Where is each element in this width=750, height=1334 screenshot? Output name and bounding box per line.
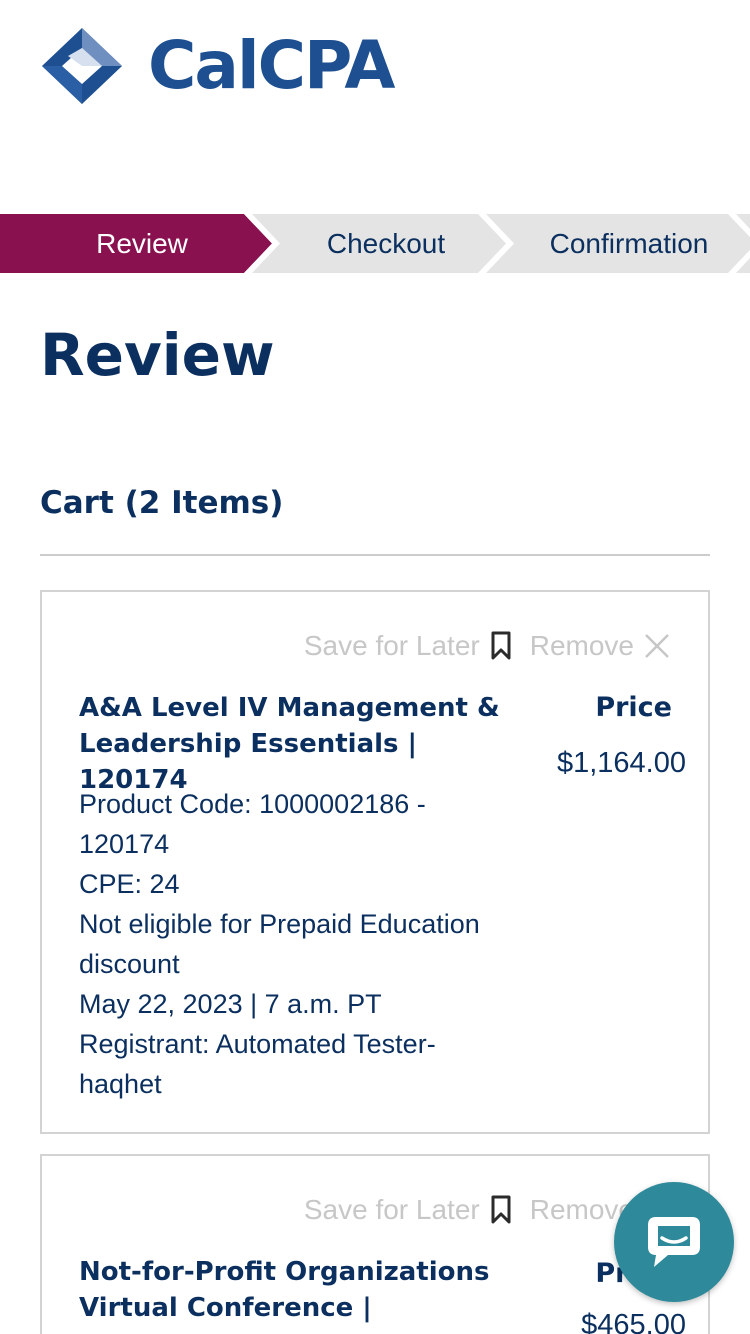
save-for-later-label: Save for Later bbox=[303, 630, 480, 661]
checkout-stepper: Review Checkout Confirmation bbox=[0, 214, 750, 273]
close-icon bbox=[645, 634, 669, 658]
discount-note: Not eligible for Prepaid Education disco… bbox=[79, 909, 480, 979]
item-price: $1,164.00 bbox=[556, 747, 686, 779]
step-checkout[interactable]: Checkout bbox=[248, 214, 524, 273]
step-review[interactable]: Review bbox=[0, 214, 284, 273]
cpe-credits: CPE: 24 bbox=[79, 869, 180, 899]
item-title[interactable]: A&A Level IV Management & Leadership Ess… bbox=[79, 690, 519, 798]
chat-bubble-icon bbox=[648, 1217, 700, 1267]
item-actions: Save for Later Remove bbox=[304, 630, 670, 662]
bookmark-icon bbox=[491, 1195, 511, 1224]
cart-item-card: Save for Later Remove Not-for-Profit Org… bbox=[40, 1154, 710, 1334]
bookmark-icon bbox=[491, 631, 511, 660]
cube-logo-icon bbox=[42, 28, 122, 104]
remove-label: Remove bbox=[529, 630, 634, 661]
item-title[interactable]: Not-for-Profit Organizations Virtual Con… bbox=[79, 1254, 519, 1326]
divider bbox=[40, 554, 710, 556]
product-code: Product Code: 1000002186 - 120174 bbox=[79, 789, 426, 859]
item-price: $465.00 bbox=[581, 1309, 686, 1334]
cart-heading: Cart (2 Items) bbox=[40, 485, 284, 521]
save-for-later-button[interactable]: Save for Later bbox=[304, 630, 512, 662]
remove-button[interactable]: Remove bbox=[530, 630, 670, 662]
step-confirmation[interactable]: Confirmation bbox=[494, 214, 750, 273]
event-date: May 22, 2023 | 7 a.m. PT bbox=[79, 989, 382, 1019]
page-title: Review bbox=[40, 321, 275, 389]
calcpa-logo[interactable]: CalCPA bbox=[40, 26, 395, 106]
save-for-later-label: Save for Later bbox=[303, 1194, 480, 1225]
save-for-later-button[interactable]: Save for Later bbox=[304, 1194, 512, 1226]
page: CalCPA Review Checkout Confirmation Revi… bbox=[0, 0, 750, 1334]
item-details: Product Code: 1000002186 - 120174 CPE: 2… bbox=[79, 784, 509, 1104]
price-header: Price bbox=[595, 692, 672, 723]
item-actions: Save for Later Remove bbox=[304, 1194, 670, 1226]
cart-item-card: Save for Later Remove A&A Level IV Manag… bbox=[40, 590, 710, 1134]
brand-name: CalCPA bbox=[148, 27, 395, 104]
chat-button[interactable] bbox=[614, 1182, 734, 1302]
registrant: Registrant: Automated Tester-haqhet bbox=[79, 1029, 436, 1099]
